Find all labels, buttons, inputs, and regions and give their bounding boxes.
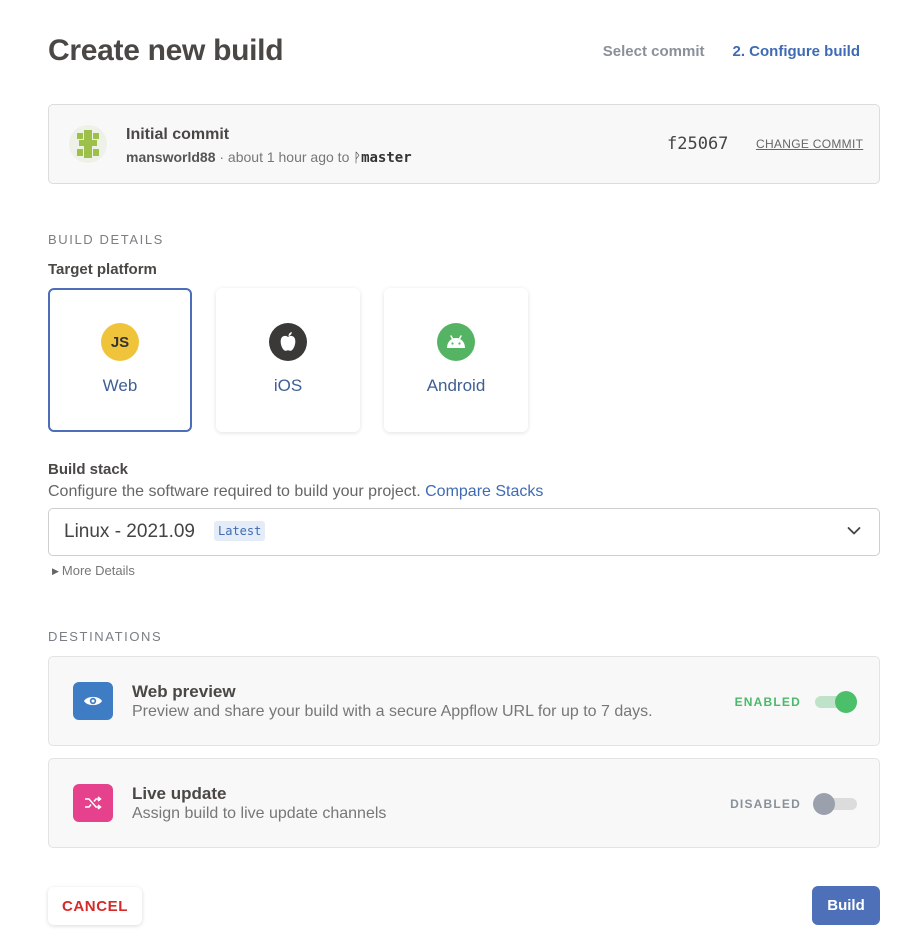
cancel-button[interactable]: CANCEL: [48, 887, 142, 925]
live-update-toggle[interactable]: [813, 793, 857, 815]
more-details-label: More Details: [61, 563, 135, 578]
branch-icon: ᚹ: [353, 151, 362, 166]
destination-title: Live update: [132, 784, 227, 803]
platform-card-ios[interactable]: iOS: [216, 288, 360, 432]
android-icon: [437, 323, 475, 361]
build-stack-description: Configure the software required to build…: [48, 483, 543, 501]
platform-name: Web: [102, 376, 138, 395]
js-icon: JS: [101, 323, 139, 361]
toggle-knob: [813, 793, 835, 815]
step-configure-build: 2. Configure build: [732, 43, 861, 60]
latest-badge: Latest: [214, 521, 266, 541]
commit-sha: f25067: [667, 134, 729, 154]
status-label: DISABLED: [730, 797, 801, 811]
commit-meta: mansworld88 · about 1 hour ago to ᚹmaste…: [126, 149, 412, 166]
compare-stacks-link[interactable]: Compare Stacks: [425, 483, 543, 500]
build-stack-label: Build stack: [48, 461, 129, 478]
apple-icon: [269, 323, 307, 361]
identicon-icon: [77, 130, 99, 158]
status-label: ENABLED: [734, 695, 801, 709]
eye-icon: [73, 682, 113, 720]
step-select-commit[interactable]: Select commit: [603, 43, 705, 60]
change-commit-link[interactable]: CHANGE COMMIT: [756, 137, 863, 151]
branch-name: master: [361, 150, 412, 166]
platform-card-web[interactable]: JS Web: [48, 288, 192, 432]
caret-right-icon: ▶: [52, 566, 59, 576]
commit-message: Initial commit: [126, 126, 230, 143]
platform-card-android[interactable]: Android: [384, 288, 528, 432]
destination-description: Assign build to live update channels: [132, 805, 387, 822]
target-platform-label: Target platform: [48, 261, 157, 278]
chevron-down-icon: [847, 527, 861, 535]
build-button[interactable]: Build: [812, 886, 880, 925]
page-title: Create new build: [48, 34, 284, 67]
commit-card: Initial commit mansworld88 · about 1 hou…: [48, 104, 880, 184]
commit-author: mansworld88: [126, 149, 216, 165]
shuffle-icon: [73, 784, 113, 822]
web-preview-toggle[interactable]: [813, 691, 857, 713]
build-stack-description-text: Configure the software required to build…: [48, 483, 421, 500]
toggle-knob: [835, 691, 857, 713]
avatar: [69, 125, 107, 163]
destination-description: Preview and share your build with a secu…: [132, 703, 653, 720]
step-indicator: Select commit 2. Configure build: [603, 43, 860, 60]
platform-name: iOS: [273, 376, 303, 395]
destination-title: Web preview: [132, 682, 236, 701]
build-stack-value: Linux - 2021.09: [64, 521, 195, 542]
build-stack-select[interactable]: Linux - 2021.09 Latest: [48, 508, 880, 556]
destination-live-update: Live update Assign build to live update …: [48, 758, 880, 848]
destinations-heading: DESTINATIONS: [48, 629, 163, 644]
build-details-heading: BUILD DETAILS: [48, 232, 164, 247]
more-details-toggle[interactable]: ▶ More Details: [52, 563, 135, 578]
platform-name: Android: [426, 376, 486, 395]
commit-meta-text: · about 1 hour ago to: [215, 149, 354, 165]
destination-web-preview: Web preview Preview and share your build…: [48, 656, 880, 746]
